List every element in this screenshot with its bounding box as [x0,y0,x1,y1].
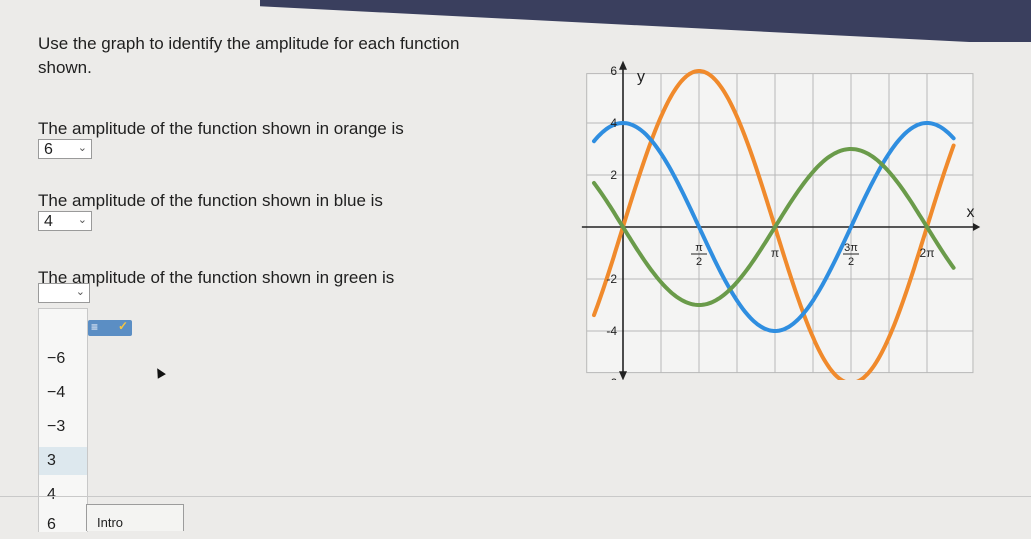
x-axis-arrow-icon [972,223,981,231]
y-tick-label: -4 [606,324,617,338]
orange-prompt: The amplitude of the function shown in o… [38,119,404,138]
hint-button[interactable]: ≡ ✓ [88,319,132,336]
x-tick-label: 2π [920,246,935,260]
dropdown-option-selected[interactable]: 3 [39,447,87,475]
blue-answer-select[interactable]: 4 ⌄ [38,211,92,231]
x-tick-label-numerator: 3π [844,242,858,254]
dropdown-option[interactable]: 6 [39,511,87,539]
green-prompt: The amplitude of the function shown in g… [38,268,395,287]
graph-grid [586,73,974,374]
y-tick-label: 2 [610,168,617,182]
y-tick-label: -2 [606,272,617,286]
green-answer-select[interactable]: ⌄ [38,283,90,303]
intro-tab[interactable]: Intro [86,504,184,531]
y-tick-label: 6 [610,64,617,78]
dropdown-option[interactable]: −3 [39,413,87,441]
checkmark-icon: ✓ [117,319,128,333]
y-axis-label: y [637,68,645,85]
dropdown-option[interactable]: −4 [39,379,87,407]
x-tick-label-denominator: 2 [848,256,854,268]
chevron-down-icon: ⌄ [75,286,85,298]
x-axis-label: x [967,204,975,221]
blue-answer-value: 4 [44,213,53,230]
y-axis-arrow-icon [619,60,627,70]
y-tick-label: -6 [606,376,617,380]
question-text: Use the graph to identify the amplitude … [38,34,460,77]
orange-answer-select[interactable]: 6 ⌄ [38,139,92,159]
dropdown-option[interactable]: −6 [39,345,87,373]
x-tick-label-numerator: π [695,242,703,254]
function-graph: yx642-2-4-6π2π3π22π [581,60,981,380]
menu-icon: ≡ [91,320,99,334]
chevron-down-icon: ⌄ [77,214,87,226]
chevron-down-icon: ⌄ [77,142,87,154]
x-tick-label-denominator: 2 [696,256,702,268]
blue-prompt: The amplitude of the function shown in b… [38,191,383,210]
mouse-cursor-icon: ▲ [148,361,171,384]
graph-background [586,73,974,374]
y-axis-arrow-icon [619,371,627,380]
x-tick-label: π [771,246,779,260]
dropdown-option[interactable]: 4 [39,481,87,509]
answer-dropdown-list: −6 −4 −3 3 4 6 [38,308,88,533]
divider [0,496,1031,497]
orange-answer-value: 6 [44,141,53,158]
y-tick-label: 4 [610,116,617,130]
